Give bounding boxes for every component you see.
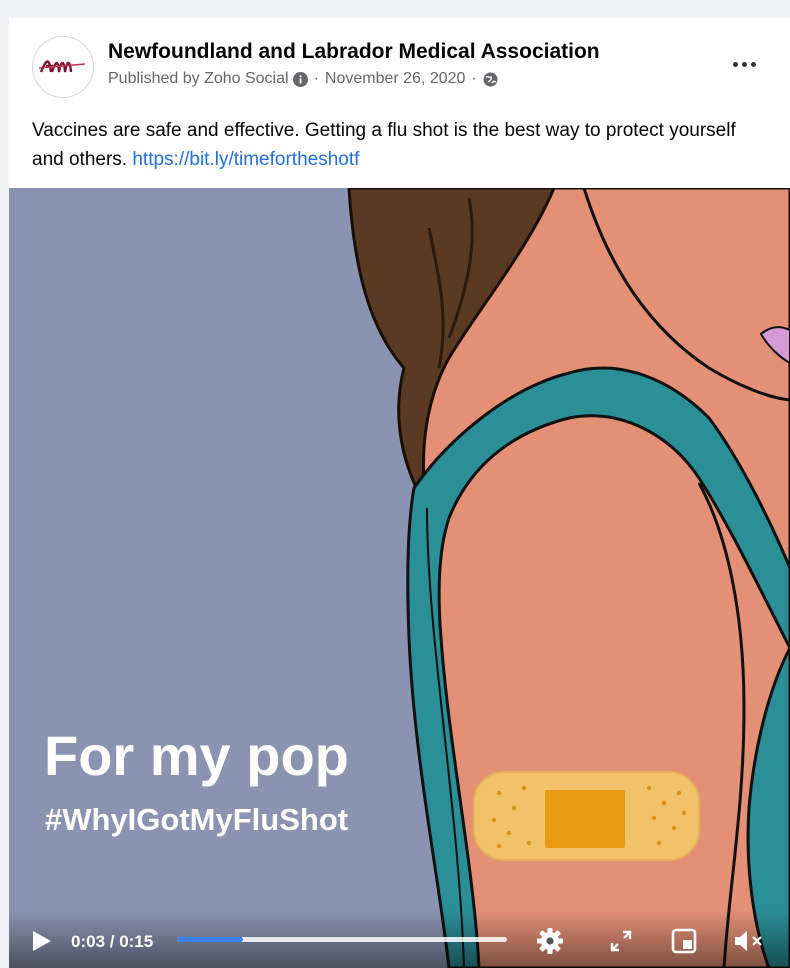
- play-icon[interactable]: [31, 929, 53, 953]
- video-controls: 0:03 / 0:15: [9, 910, 790, 968]
- published-by: Published by Zoho Social: [108, 70, 289, 87]
- info-icon[interactable]: [292, 71, 308, 87]
- video-frame-illustration: [9, 188, 790, 968]
- post-meta: Published by Zoho Social · November 26, …: [108, 70, 498, 88]
- page-avatar[interactable]: [32, 36, 94, 98]
- video-time: 0:03 / 0:15: [71, 932, 154, 951]
- post-text: Vaccines are safe and effective. Getting…: [32, 116, 772, 174]
- separator: ·: [313, 70, 319, 87]
- video-overlay-title: For my pop: [44, 724, 349, 787]
- post-link[interactable]: https://bit.ly/timefortheshotf: [132, 149, 359, 170]
- post-date[interactable]: November 26, 2020: [325, 70, 466, 88]
- gear-icon[interactable]: [536, 927, 564, 955]
- video-overlay-hashtag: #WhyIGotMyFluShot: [45, 802, 349, 837]
- post-header: Newfoundland and Labrador Medical Associ…: [9, 18, 790, 108]
- bandage-illustration: [473, 771, 700, 861]
- nlma-logo: [39, 60, 86, 73]
- post-card: Newfoundland and Labrador Medical Associ…: [9, 18, 790, 968]
- page-name-link[interactable]: Newfoundland and Labrador Medical Associ…: [108, 40, 600, 64]
- separator: ·: [471, 70, 477, 87]
- more-options-icon[interactable]: [726, 52, 762, 76]
- picture-in-picture-icon[interactable]: [671, 928, 697, 954]
- video-player[interactable]: For my pop #WhyIGotMyFluShot 0:03 / 0:15: [9, 188, 790, 968]
- video-progress-bar[interactable]: [177, 937, 507, 942]
- fullscreen-icon[interactable]: [609, 929, 633, 953]
- muted-speaker-icon[interactable]: [733, 928, 765, 954]
- globe-icon[interactable]: [483, 72, 498, 87]
- video-progress-fill: [177, 937, 243, 942]
